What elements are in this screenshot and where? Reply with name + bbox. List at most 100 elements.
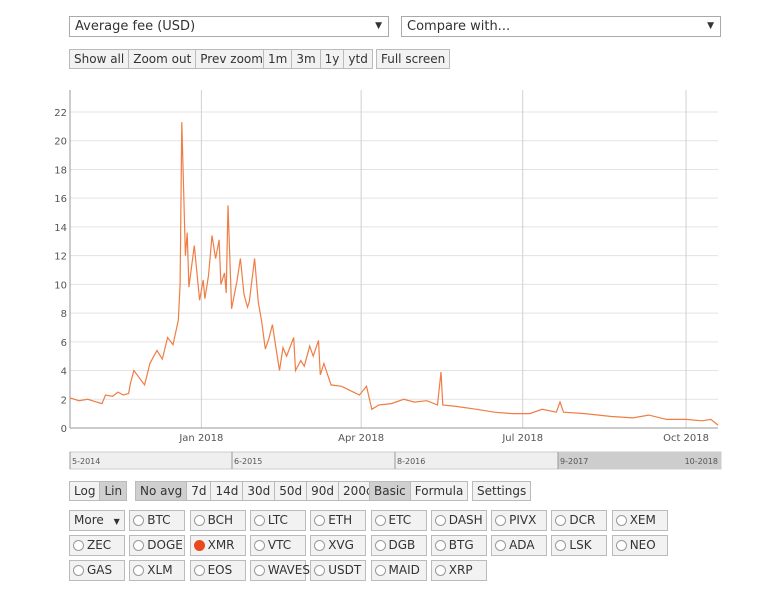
radio-icon bbox=[495, 540, 507, 551]
coin-label: ADA bbox=[509, 538, 535, 552]
coin-radio-gas[interactable]: GAS bbox=[69, 560, 125, 581]
radio-icon bbox=[555, 515, 567, 526]
coin-label: WAVES bbox=[267, 563, 310, 577]
coin-radio-ltc[interactable]: LTC bbox=[249, 510, 306, 531]
radio-icon bbox=[193, 565, 205, 576]
radio-icon bbox=[314, 540, 326, 551]
coin-label: EOS bbox=[207, 563, 233, 577]
navigator-label: 5-2014 bbox=[72, 457, 100, 466]
coin-radio-neo[interactable]: NEO bbox=[611, 535, 668, 556]
coin-radio-eth[interactable]: ETH bbox=[310, 510, 367, 531]
coin-label: USDT bbox=[328, 563, 362, 577]
coin-radio-bch[interactable]: BCH bbox=[189, 510, 246, 531]
coin-label: ETH bbox=[328, 513, 353, 527]
radio-icon bbox=[434, 540, 446, 551]
radio-icon bbox=[73, 565, 84, 576]
coin-radio-vtc[interactable]: VTC bbox=[249, 535, 306, 556]
y-tick-label: 6 bbox=[61, 338, 67, 349]
scale-button-group: Log Lin bbox=[69, 481, 128, 501]
coin-radio-waves[interactable]: WAVES bbox=[249, 560, 310, 581]
average-button-group: No avg 7d 14d 30d 50d 90d 200d bbox=[135, 481, 379, 501]
navigator-label: 10-2018 bbox=[685, 457, 718, 466]
avg-50d-button[interactable]: 50d bbox=[275, 481, 308, 501]
y-tick-label: 10 bbox=[54, 280, 67, 291]
settings-group: Settings bbox=[472, 481, 532, 501]
chevron-down-icon: ▼ bbox=[113, 517, 120, 526]
coin-label: XRP bbox=[448, 563, 473, 577]
coin-radio-usdt[interactable]: USDT bbox=[310, 560, 367, 581]
coin-label: GAS bbox=[87, 563, 113, 577]
avg-14d-button[interactable]: 14d bbox=[211, 481, 244, 501]
coin-label: LSK bbox=[569, 538, 592, 552]
coin-radio-lsk[interactable]: LSK bbox=[551, 535, 608, 556]
coin-label: VTC bbox=[267, 538, 292, 552]
coin-label: ZEC bbox=[87, 538, 112, 552]
radio-icon bbox=[253, 515, 265, 526]
coin-radio-xrp[interactable]: XRP bbox=[430, 560, 487, 581]
radio-icon bbox=[615, 540, 627, 551]
coin-radio-zec[interactable]: ZEC bbox=[69, 535, 125, 556]
avg-30d-button[interactable]: 30d bbox=[243, 481, 276, 501]
coin-label: BTG bbox=[448, 538, 474, 552]
coin-label: XVG bbox=[328, 538, 354, 552]
coin-radio-etc[interactable]: ETC bbox=[370, 510, 427, 531]
coin-label: XLM bbox=[147, 563, 173, 577]
coin-label: XMR bbox=[207, 538, 235, 552]
radio-icon bbox=[253, 540, 265, 551]
coin-label: XEM bbox=[629, 513, 656, 527]
coin-radio-btg[interactable]: BTG bbox=[430, 535, 487, 556]
coin-label: DGB bbox=[388, 538, 416, 552]
y-tick-label: 14 bbox=[54, 223, 67, 234]
settings-button[interactable]: Settings bbox=[472, 481, 532, 501]
more-label: More bbox=[74, 513, 104, 527]
x-tick-label: Jan 2018 bbox=[178, 433, 223, 444]
coin-radio-xvg[interactable]: XVG bbox=[310, 535, 367, 556]
scale-lin-button[interactable]: Lin bbox=[100, 481, 128, 501]
radio-icon bbox=[615, 515, 627, 526]
avg-7d-button[interactable]: 7d bbox=[187, 481, 212, 501]
x-tick-label: Apr 2018 bbox=[338, 433, 384, 444]
coin-radio-maid[interactable]: MAID bbox=[370, 560, 427, 581]
radio-icon bbox=[314, 565, 326, 576]
more-select[interactable]: More ▼ bbox=[69, 510, 125, 531]
radio-icon bbox=[555, 540, 567, 551]
mode-formula-button[interactable]: Formula bbox=[410, 481, 469, 501]
coin-radio-eos[interactable]: EOS bbox=[189, 560, 246, 581]
y-tick-label: 18 bbox=[54, 165, 67, 176]
coin-radio-ada[interactable]: ADA bbox=[491, 535, 548, 556]
fee-chart[interactable]: 0 2 4 6 8 10 12 14 16 18 20 22 Jan 2018 Apr 2018 Jul 2… bbox=[0, 0, 768, 475]
coin-radio-xlm[interactable]: XLM bbox=[129, 560, 186, 581]
coin-radio-dcr[interactable]: DCR bbox=[551, 510, 608, 531]
radio-icon bbox=[495, 515, 507, 526]
coin-radio-pivx[interactable]: PIVX bbox=[491, 510, 548, 531]
radio-icon bbox=[374, 515, 386, 526]
avg-90d-button[interactable]: 90d bbox=[307, 481, 340, 501]
radio-icon bbox=[193, 540, 205, 551]
coin-radio-doge[interactable]: DOGE bbox=[129, 535, 186, 556]
y-tick-label: 22 bbox=[54, 108, 67, 119]
coin-label: DOGE bbox=[147, 538, 183, 552]
coin-label: NEO bbox=[629, 538, 656, 552]
radio-icon bbox=[374, 565, 386, 576]
avg-no-avg-button[interactable]: No avg bbox=[135, 481, 188, 501]
coin-radio-dgb[interactable]: DGB bbox=[370, 535, 427, 556]
y-tick-label: 16 bbox=[54, 194, 67, 205]
coin-label: MAID bbox=[388, 563, 420, 577]
radio-icon bbox=[434, 565, 446, 576]
scale-log-button[interactable]: Log bbox=[69, 481, 101, 501]
coin-radio-xem[interactable]: XEM bbox=[611, 510, 668, 531]
radio-icon bbox=[73, 540, 84, 551]
coin-label: BTC bbox=[147, 513, 171, 527]
navigator-label: 8-2016 bbox=[397, 457, 425, 466]
y-tick-label: 2 bbox=[61, 395, 67, 406]
coin-radio-xmr[interactable]: XMR bbox=[189, 535, 246, 556]
radio-icon bbox=[314, 515, 326, 526]
radio-icon bbox=[133, 540, 145, 551]
coin-radio-dash[interactable]: DASH bbox=[430, 510, 487, 531]
radio-icon bbox=[193, 515, 205, 526]
y-tick-label: 8 bbox=[61, 309, 67, 320]
radio-icon bbox=[374, 540, 386, 551]
mode-button-group: Basic Formula bbox=[369, 481, 469, 501]
mode-basic-button[interactable]: Basic bbox=[369, 481, 411, 501]
coin-radio-btc[interactable]: BTC bbox=[129, 510, 186, 531]
